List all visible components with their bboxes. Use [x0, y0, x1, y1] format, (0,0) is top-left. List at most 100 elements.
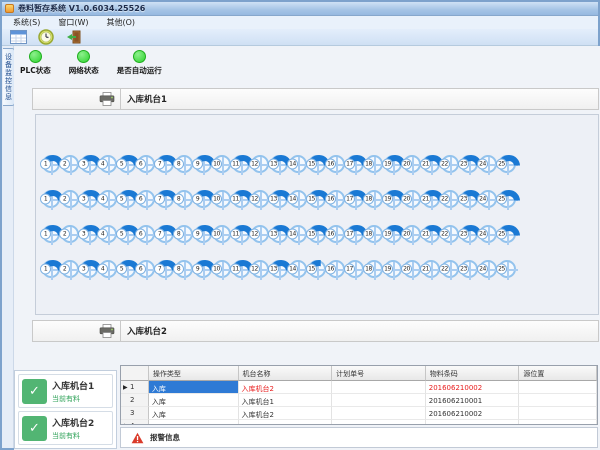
machine2-title: 入库机台2	[121, 325, 167, 337]
column-header[interactable]: 计划单号	[332, 366, 426, 381]
slot-spoke	[108, 157, 110, 175]
table-cell[interactable]	[519, 407, 597, 420]
slot-3-20: 20	[403, 225, 421, 243]
slot-number: 14	[287, 194, 298, 205]
table-cell[interactable]	[332, 407, 426, 420]
slot-number: 10	[211, 229, 222, 240]
slot-spoke	[222, 262, 224, 280]
slot-4-19: 19	[384, 260, 402, 278]
table-cell[interactable]: 入库机台1	[239, 394, 333, 407]
slot-2-5: 5	[118, 190, 136, 208]
table-cell[interactable]	[332, 381, 426, 394]
clock-button[interactable]	[34, 29, 58, 45]
slot-1-11: 11	[232, 155, 250, 173]
table-cell[interactable]	[519, 381, 597, 394]
slot-spoke	[374, 192, 376, 210]
slot-2-23: 23	[460, 190, 478, 208]
slot-number: 9	[192, 264, 203, 275]
slot-4-13: 13	[270, 260, 288, 278]
report-button[interactable]	[6, 29, 30, 45]
slot-1-16: 16	[327, 155, 345, 173]
table-row[interactable]: *4	[121, 420, 597, 425]
slot-2-10: 10	[213, 190, 231, 208]
slot-number: 11	[230, 194, 241, 205]
slot-number: 21	[420, 159, 431, 170]
column-header[interactable]: 机台名称	[239, 366, 333, 381]
slot-4-18: 18	[365, 260, 383, 278]
table-cell[interactable]: 201606210001	[426, 394, 520, 407]
slot-3-17: 17	[346, 225, 364, 243]
slot-4-17: 17	[346, 260, 364, 278]
column-header[interactable]: 物料条码	[426, 366, 520, 381]
slot-3-24: 24	[479, 225, 497, 243]
table-cell[interactable]	[519, 420, 597, 425]
machine1-print-button[interactable]	[33, 89, 121, 109]
slot-2-13: 13	[270, 190, 288, 208]
slot-number: 11	[230, 264, 241, 275]
table-row[interactable]: 3入库入库机台2201606210002	[121, 407, 597, 420]
slot-number: 21	[420, 264, 431, 275]
menu-item[interactable]: 其他(O)	[97, 16, 144, 29]
slot-number: 24	[477, 229, 488, 240]
slot-2-6: 6	[137, 190, 155, 208]
machine2-header: 入库机台2	[32, 320, 599, 342]
table-cell[interactable]: 入库	[149, 381, 239, 394]
table-cell[interactable]: 入库	[149, 407, 239, 420]
machine-card[interactable]: ✓入库机台1当前有料	[18, 374, 113, 408]
slot-3-13: 13	[270, 225, 288, 243]
slot-number: 2	[59, 159, 70, 170]
machine-card[interactable]: ✓入库机台2当前有料	[18, 411, 113, 445]
slot-spoke	[70, 192, 72, 210]
table-cell[interactable]	[519, 394, 597, 407]
slot-number: 3	[78, 264, 89, 275]
slot-number: 16	[325, 264, 336, 275]
slot-number: 11	[230, 159, 241, 170]
slot-number: 24	[477, 159, 488, 170]
app-icon	[5, 4, 14, 13]
exit-button[interactable]	[62, 29, 86, 45]
slot-spoke	[146, 192, 148, 210]
table-cell[interactable]: 201606210002	[426, 381, 520, 394]
table-cell[interactable]: 入库机台2	[239, 381, 333, 394]
column-header[interactable]: 操作类型	[149, 366, 239, 381]
machine2-print-button[interactable]	[33, 321, 121, 341]
slot-number: 25	[496, 194, 507, 205]
slot-spoke	[355, 262, 357, 280]
slot-row-1: 1234567891011121314151617181920212223242…	[42, 155, 598, 177]
slot-number: 19	[382, 229, 393, 240]
slot-1-24: 24	[479, 155, 497, 173]
slot-spoke	[184, 227, 186, 245]
slot-spoke	[431, 262, 433, 280]
slot-2-16: 16	[327, 190, 345, 208]
column-header[interactable]: 源位置	[519, 366, 597, 381]
table-row[interactable]: ▶1入库入库机台2201606210002	[121, 381, 597, 394]
slot-spoke	[184, 192, 186, 210]
table-cell[interactable]: 入库	[149, 394, 239, 407]
table-cell[interactable]	[332, 394, 426, 407]
slot-2-21: 21	[422, 190, 440, 208]
card-status: 当前有料	[52, 431, 94, 441]
slot-2-12: 12	[251, 190, 269, 208]
slot-4-2: 2	[61, 260, 79, 278]
slot-number: 22	[439, 264, 450, 275]
status-indicator: PLC状态	[20, 50, 51, 76]
slot-3-25: 25	[498, 225, 516, 243]
slot-number: 20	[401, 159, 412, 170]
slot-number: 9	[192, 159, 203, 170]
menu-item[interactable]: 窗口(W)	[49, 16, 97, 29]
title-bar[interactable]: 卷料暂存系统 V1.0.6034.25526	[2, 2, 598, 16]
machine1-slots-grid: 1234567891011121314151617181920212223242…	[35, 114, 599, 315]
slot-number: 5	[116, 229, 127, 240]
table-cell[interactable]: 入库机台2	[239, 407, 333, 420]
table-cell[interactable]: 201606210002	[426, 407, 520, 420]
table-row[interactable]: 2入库入库机台1201606210001	[121, 394, 597, 407]
table-cell[interactable]	[149, 420, 239, 425]
menu-item[interactable]: 系统(S)	[4, 16, 49, 29]
check-icon: ✓	[22, 379, 47, 404]
slot-number: 25	[496, 159, 507, 170]
table-cell[interactable]	[332, 420, 426, 425]
slot-number: 15	[306, 229, 317, 240]
slot-2-9: 9	[194, 190, 212, 208]
table-cell[interactable]	[239, 420, 333, 425]
table-cell[interactable]	[426, 420, 520, 425]
